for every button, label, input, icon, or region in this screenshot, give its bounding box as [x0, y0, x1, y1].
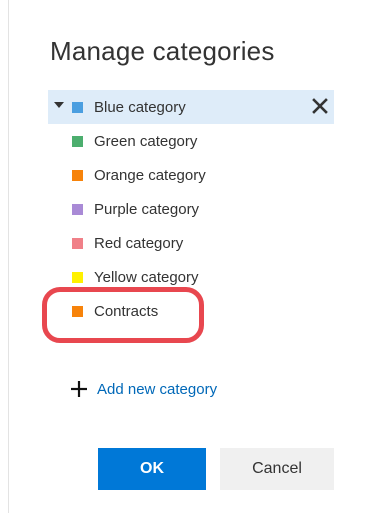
expand-caret-icon[interactable]: [54, 102, 64, 108]
color-swatch-icon: [72, 238, 83, 249]
category-label: Orange category: [94, 167, 206, 184]
category-label: Purple category: [94, 201, 200, 218]
category-label: Green category: [94, 133, 198, 150]
category-label: Red category: [94, 235, 184, 252]
category-list: Blue category Green category Orange cate…: [48, 90, 334, 328]
category-label: Contracts: [94, 303, 159, 320]
category-item-yellow[interactable]: Yellow category: [48, 260, 334, 294]
category-item-red[interactable]: Red category: [48, 226, 334, 260]
category-label: Yellow category: [94, 269, 199, 286]
ok-button[interactable]: OK: [98, 448, 206, 490]
add-new-category-label: Add new category: [97, 380, 218, 398]
panel-title: Manage categories: [50, 36, 275, 66]
category-item-blue[interactable]: Blue category: [48, 90, 334, 124]
color-swatch-icon: [72, 272, 83, 283]
color-swatch-icon: [72, 306, 83, 317]
color-swatch-icon: [72, 102, 83, 113]
color-swatch-icon: [72, 170, 83, 181]
category-label: Blue category: [94, 99, 186, 116]
cancel-button[interactable]: Cancel: [220, 448, 334, 490]
delete-category-icon[interactable]: [310, 96, 330, 116]
category-item-orange[interactable]: Orange category: [48, 158, 334, 192]
color-swatch-icon: [72, 204, 83, 215]
add-new-category-link[interactable]: Add new category: [70, 380, 217, 398]
category-item-green[interactable]: Green category: [48, 124, 334, 158]
category-item-contracts[interactable]: Contracts: [48, 294, 334, 328]
color-swatch-icon: [72, 136, 83, 147]
plus-icon: [71, 381, 87, 397]
category-item-purple[interactable]: Purple category: [48, 192, 334, 226]
panel-border: [8, 0, 9, 513]
